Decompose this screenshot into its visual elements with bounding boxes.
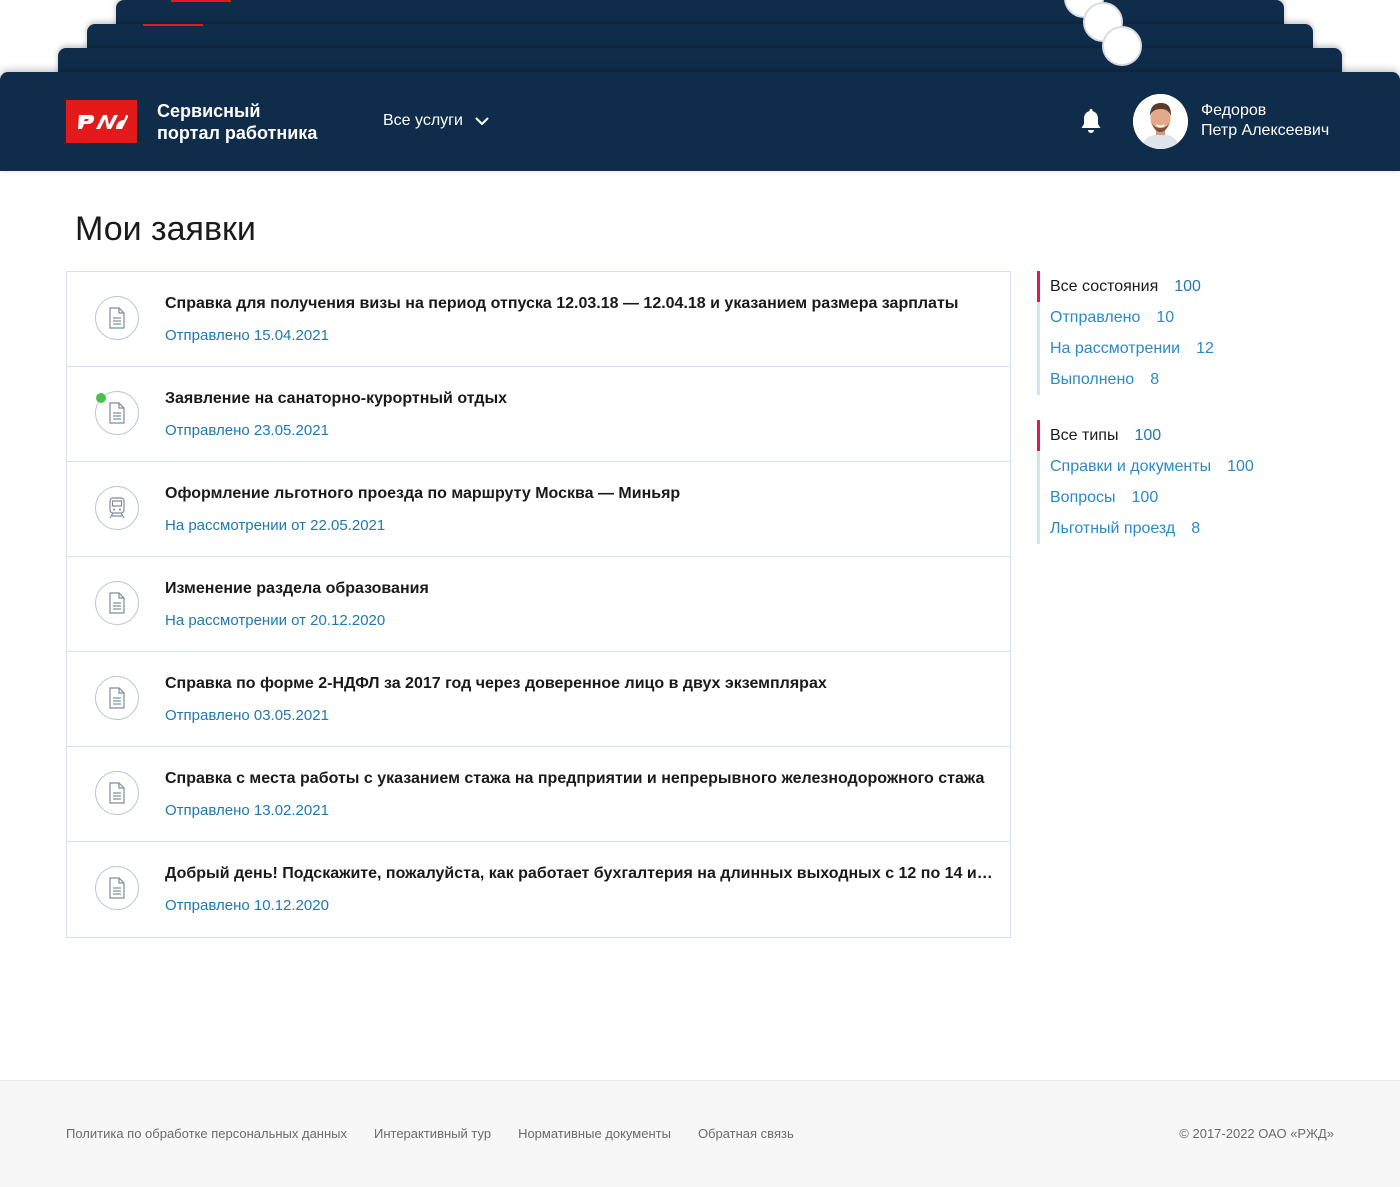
brand-line-1: Сервисный	[157, 101, 261, 121]
footer-link[interactable]: Нормативные документы	[518, 1125, 671, 1143]
rzd-logo-mark	[77, 114, 128, 129]
document-icon	[95, 581, 139, 625]
stacked-window-accent	[171, 0, 231, 2]
filter-label: Отправлено	[1050, 309, 1141, 326]
all-services-label: Все услуги	[383, 112, 463, 129]
filter-label: На рассмотрении	[1050, 340, 1181, 357]
status-filter-0[interactable]: Все состояния 100	[1037, 271, 1337, 302]
status-filter-group: Все состояния 100 Отправлено 10 На рассмотре…	[1037, 271, 1337, 395]
filter-count: 8	[1150, 371, 1160, 388]
filter-label: Справки и документы	[1050, 458, 1212, 475]
request-status: На рассмотрении от 20.12.2020	[165, 612, 386, 629]
footer-links: Политика по обработке персональных данны…	[66, 1125, 794, 1143]
stacked-window-avatar	[1102, 26, 1142, 66]
bell-icon[interactable]	[1078, 108, 1104, 136]
filter-label: Вопросы	[1050, 489, 1116, 506]
filter-count: 10	[1156, 309, 1175, 326]
chevron-down-icon	[475, 117, 489, 125]
request-row[interactable]: Изменение раздела образования На рассмотр…	[67, 557, 1010, 652]
request-row[interactable]: Оформление льготного проезда по маршруту…	[67, 462, 1010, 557]
status-filter-3[interactable]: Выполнено 8	[1040, 364, 1337, 395]
request-title[interactable]: Заявление на санаторно-курортный отдых	[165, 388, 1005, 410]
copyright: © 2017-2022 ОАО «РЖД»	[1179, 1126, 1334, 1141]
filter-count: 100	[1174, 278, 1201, 295]
type-filter-0[interactable]: Все типы 100	[1037, 420, 1337, 451]
request-status: Отправлено 23.05.2021	[165, 422, 329, 439]
stacked-window-accent	[143, 24, 203, 26]
filter-label: Льготный проезд	[1050, 520, 1176, 537]
type-filter-3[interactable]: Льготный проезд 8	[1040, 513, 1337, 544]
rzd-logo[interactable]	[66, 100, 137, 143]
document-icon	[95, 676, 139, 720]
filter-count: 12	[1196, 340, 1214, 357]
type-filter-group: Все типы 100 Справки и документы 100 Вопросы…	[1037, 420, 1337, 544]
document-icon	[95, 771, 139, 815]
footer-link[interactable]: Политика по обработке персональных данны…	[66, 1125, 347, 1143]
status-filter-2[interactable]: На рассмотрении 12	[1040, 333, 1337, 364]
user-first-names: Петр Алексеевич	[1201, 122, 1330, 139]
top-header: Сервисный портал работника Все услуги Фе…	[0, 72, 1400, 171]
request-title[interactable]: Добрый день! Подскажите, пожалуйста, как…	[165, 863, 1005, 885]
filter-label: Все состояния	[1050, 278, 1159, 295]
request-row[interactable]: Справка для получения визы на период отп…	[67, 272, 1010, 367]
filter-label: Выполнено	[1050, 371, 1135, 388]
type-filter-1[interactable]: Справки и документы 100	[1040, 451, 1337, 482]
filter-label: Все типы	[1050, 427, 1119, 444]
user-name[interactable]: Федоров Петр Алексеевич	[1201, 101, 1329, 141]
request-status: Отправлено 03.05.2021	[165, 707, 329, 724]
request-title[interactable]: Справка с места работы с указанием стажа…	[165, 768, 1005, 790]
type-filter-2[interactable]: Вопросы 100	[1040, 482, 1337, 513]
request-title[interactable]: Изменение раздела образования	[165, 578, 1005, 600]
user-photo	[1133, 94, 1188, 149]
request-status: Отправлено 15.04.2021	[165, 327, 329, 344]
all-services-dropdown[interactable]: Все услуги	[383, 110, 489, 132]
filter-count: 8	[1191, 520, 1201, 537]
filter-count: 100	[1134, 427, 1162, 444]
requests-list: Справка для получения визы на период отп…	[66, 271, 1011, 938]
user-avatar[interactable]	[1133, 94, 1188, 149]
request-status: Отправлено 10.12.2020	[165, 897, 329, 914]
request-row[interactable]: Справка с места работы с указанием стажа…	[67, 747, 1010, 842]
brand-line-2: портал работника	[157, 123, 318, 143]
request-row[interactable]: Справка по форме 2-НДФЛ за 2017 год чере…	[67, 652, 1010, 747]
request-row[interactable]: Заявление на санаторно-курортный отдых От…	[67, 367, 1010, 462]
request-row[interactable]: Добрый день! Подскажите, пожалуйста, как…	[67, 842, 1010, 937]
page-title: Мои заявки	[75, 210, 256, 248]
status-filter-1[interactable]: Отправлено 10	[1040, 302, 1337, 333]
footer-link[interactable]: Обратная связь	[698, 1125, 794, 1143]
unread-indicator	[96, 393, 106, 403]
request-title[interactable]: Оформление льготного проезда по маршруту…	[165, 483, 1005, 505]
filter-count: 100	[1131, 489, 1159, 506]
footer: Политика по обработке персональных данны…	[0, 1080, 1400, 1187]
user-last-name: Федоров	[1201, 102, 1267, 119]
document-icon	[95, 296, 139, 340]
footer-link[interactable]: Интерактивный тур	[374, 1125, 491, 1143]
request-title[interactable]: Справка по форме 2-НДФЛ за 2017 год чере…	[165, 673, 1005, 695]
request-status: На рассмотрении от 22.05.2021	[165, 517, 386, 534]
brand-title: Сервисный портал работника	[157, 100, 317, 144]
request-status: Отправлено 13.02.2021	[165, 802, 329, 819]
train-icon	[95, 486, 139, 530]
request-title[interactable]: Справка для получения визы на период отп…	[165, 293, 1005, 315]
filter-count: 100	[1227, 458, 1254, 475]
document-icon	[95, 866, 139, 910]
